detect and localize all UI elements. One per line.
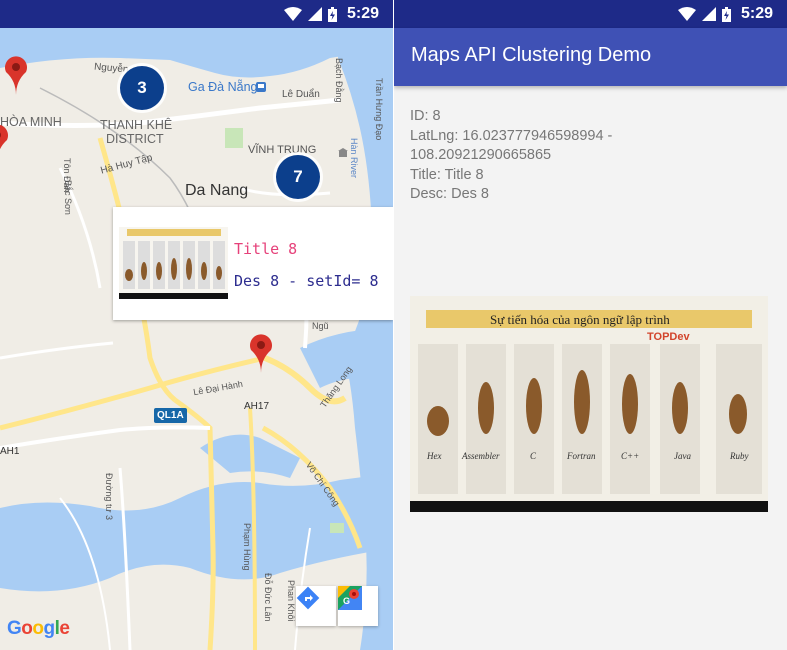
- street-label: Bắc Sơn: [63, 180, 73, 215]
- status-bar: 5:29: [394, 0, 787, 28]
- street-label: Lê Duẩn: [282, 89, 320, 100]
- stage-label: Ruby: [730, 451, 749, 461]
- signal-icon: [701, 7, 716, 21]
- city-label: Da Nang: [185, 182, 249, 199]
- highway-badge: QL1A: [154, 408, 187, 423]
- map-marker-selected[interactable]: [248, 333, 274, 373]
- battery-icon: [721, 6, 731, 22]
- clock: 5:29: [740, 5, 773, 22]
- signal-icon: [307, 7, 322, 21]
- stage-label: C++: [621, 451, 640, 461]
- stage-label: Assembler: [462, 451, 500, 461]
- directions-button[interactable]: [296, 586, 336, 626]
- map-marker[interactable]: [0, 123, 10, 163]
- open-in-maps-button[interactable]: G: [338, 586, 378, 626]
- landmark-icon: [338, 148, 348, 157]
- app-title: Maps API Clustering Demo: [411, 44, 652, 66]
- district-label: VĨNH TRUNG: [248, 144, 317, 156]
- street-label: Phan Khôi: [286, 580, 296, 622]
- cluster-marker[interactable]: 7: [276, 155, 320, 199]
- map-view[interactable]: Nguyễn Ga Đà Nẵng Lê Duẩn Bạch Đằng Trần…: [0, 28, 393, 650]
- marker-info-window[interactable]: Title 8 Des 8 - setId= 8: [113, 207, 393, 320]
- wifi-icon: [283, 7, 302, 21]
- street-label: Trần Hưng Đạo: [374, 78, 384, 141]
- map-marker[interactable]: [3, 55, 29, 95]
- google-logo: Google: [7, 618, 70, 639]
- clock: 5:29: [346, 5, 379, 22]
- image-heading: Sự tiến hóa của ngôn ngữ lập trình: [490, 312, 670, 327]
- info-thumbnail: [119, 227, 228, 299]
- street-label: Đường tư 3: [104, 473, 114, 520]
- highway-label: AH17: [244, 401, 270, 412]
- svg-text:G: G: [343, 596, 350, 606]
- image-brand: TOPDev: [647, 331, 690, 343]
- info-snippet: Des 8 - setId= 8: [234, 272, 379, 290]
- detail-id: ID: 8: [410, 108, 441, 124]
- wifi-icon: [677, 7, 696, 21]
- status-bar: 5:29: [0, 0, 393, 28]
- street-label: Ngũ: [312, 321, 329, 331]
- directions-icon: [296, 586, 320, 610]
- street-label: Phạm Hùng: [242, 523, 252, 571]
- detail-latlng-cont: 108.20921290665865: [410, 147, 552, 163]
- district-label: THANH KHÊ: [100, 118, 173, 132]
- info-title: Title 8: [234, 240, 298, 258]
- train-station-icon: [256, 82, 266, 92]
- street-label: Đỗ Đức Lân: [263, 573, 273, 622]
- evolution-image: [410, 296, 768, 512]
- cluster-marker[interactable]: 3: [120, 66, 164, 110]
- detail-desc: Desc: Des 8: [410, 186, 489, 202]
- stage-label: Java: [674, 451, 691, 461]
- detail-title: Title: Title 8: [410, 166, 484, 183]
- battery-icon: [327, 6, 337, 22]
- stage-label: C: [530, 451, 537, 461]
- stage-label: Fortran: [567, 451, 596, 461]
- app-bar: Maps API Clustering Demo: [394, 28, 787, 86]
- station-label: Ga Đà Nẵng: [188, 80, 258, 94]
- highway-label: AH1: [0, 446, 20, 457]
- detail-latlng: LatLng: 16.023777946598994 -: [410, 127, 613, 144]
- marker-details: ID: 8 LatLng: 16.023777946598994 - 108.2…: [410, 107, 780, 205]
- street-label: Bạch Đằng: [334, 58, 344, 103]
- map-screen: 5:29 Nguyễn Ga Đà Nẵng Lê Duẩn Bạch Đằng…: [0, 0, 393, 650]
- stage-label: Hex: [427, 451, 442, 461]
- google-maps-icon: G: [338, 586, 362, 610]
- district-label: DISTRICT: [106, 132, 164, 146]
- river-label: Hàn River: [349, 138, 359, 179]
- detail-image: Sự tiến hóa của ngôn ngữ lập trình TOPDe…: [410, 296, 768, 512]
- detail-screen: 5:29 Maps API Clustering Demo ID: 8 LatL…: [394, 0, 787, 650]
